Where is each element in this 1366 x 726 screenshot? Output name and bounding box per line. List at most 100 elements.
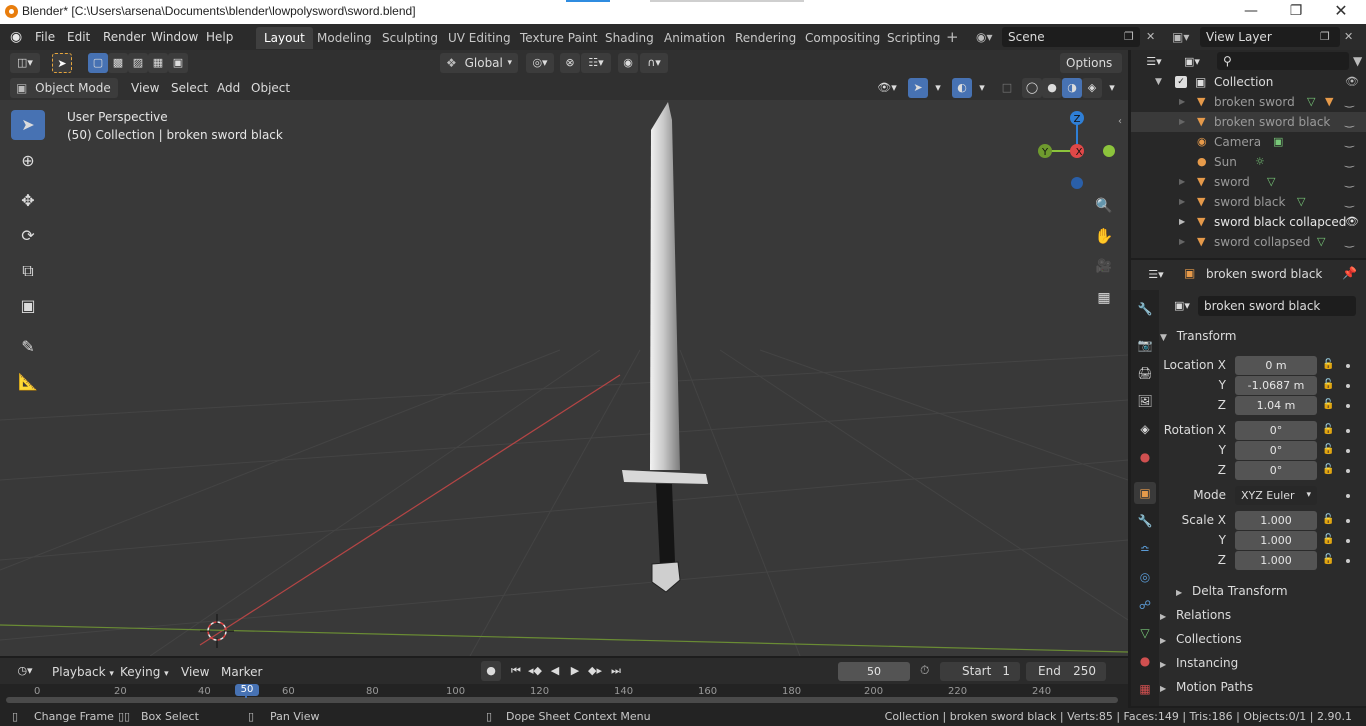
shading-dropdown-icon[interactable]: ▾ <box>1102 78 1122 98</box>
properties-editor-icon[interactable]: ☰▾ <box>1141 265 1171 285</box>
tab-animation[interactable]: Animation <box>656 27 733 49</box>
minimize-icon[interactable]: — <box>1228 0 1274 24</box>
timeline-editor-icon[interactable]: ◷▾ <box>10 661 40 681</box>
mode-extend-icon[interactable]: ▩ <box>108 53 128 73</box>
view-layer-icon[interactable]: ▣▾ <box>1172 28 1189 46</box>
camera-view-icon[interactable]: 🎥 <box>1092 255 1116 279</box>
scene-tab-icon[interactable]: ◈ <box>1134 418 1156 440</box>
rotation-y-field[interactable]: 0° <box>1235 441 1317 460</box>
world-tab-icon[interactable]: ● <box>1134 446 1156 468</box>
gizmo-neg-y-axis[interactable] <box>1103 145 1115 157</box>
hidden-eye-icon[interactable]: ‿ <box>1345 172 1354 192</box>
remove-view-layer-icon[interactable]: ✕ <box>1344 28 1353 46</box>
tab-compositing[interactable]: Compositing <box>797 27 888 49</box>
physics-tab-icon[interactable]: ◎ <box>1134 566 1156 588</box>
expand-arrow-icon[interactable]: ▶ <box>1179 172 1185 192</box>
eye-icon[interactable]: 👁 <box>1345 212 1359 232</box>
hidden-eye-icon[interactable]: ‿ <box>1345 132 1354 152</box>
visibility-icon[interactable]: 👁▾ <box>872 78 902 98</box>
viewport-menu-view[interactable]: View <box>131 79 159 97</box>
next-keyframe-icon[interactable]: ◆▸ <box>585 661 605 681</box>
expand-arrow-icon[interactable]: ▶ <box>1179 112 1185 132</box>
mode-dropdown[interactable]: ▣ Object Mode ▾ <box>10 78 118 113</box>
hidden-eye-icon[interactable]: ‿ <box>1345 152 1354 172</box>
motion-paths-panel-header[interactable]: ▶ Motion Paths <box>1160 676 1360 698</box>
timeline-menu-view[interactable]: View <box>181 663 209 681</box>
prev-keyframe-icon[interactable]: ◂◆ <box>525 661 545 681</box>
tab-rendering[interactable]: Rendering <box>727 27 804 49</box>
play-icon[interactable]: ▶ <box>565 661 585 681</box>
lock-icon[interactable]: 🔓 <box>1322 379 1334 390</box>
viewport-menu-add[interactable]: Add <box>217 79 240 97</box>
tab-scripting[interactable]: Scripting <box>879 27 948 49</box>
rotate-tool-icon[interactable]: ⟳ <box>11 221 45 251</box>
menu-help[interactable]: Help <box>206 28 233 46</box>
start-frame-field[interactable]: Start 1 <box>940 662 1020 681</box>
pan-hand-icon[interactable]: ✋ <box>1092 224 1116 248</box>
ortho-grid-icon[interactable]: ▦ <box>1092 286 1116 310</box>
outliner-search-input[interactable]: ⚲ <box>1217 52 1349 70</box>
scene-selector-icon[interactable]: ◉▾ <box>976 28 993 46</box>
menu-file[interactable]: File <box>35 28 55 46</box>
scale-y-field[interactable]: 1.000 <box>1235 531 1317 550</box>
timeline-scrollbar[interactable] <box>6 697 1118 703</box>
close-icon[interactable]: ✕ <box>1318 0 1364 24</box>
relations-panel-header[interactable]: ▶ Relations <box>1160 604 1360 626</box>
location-y-field[interactable]: -1.0687 m <box>1235 376 1317 395</box>
rotation-mode-dropdown[interactable]: XYZ Euler ▾ <box>1235 486 1317 505</box>
jump-start-icon[interactable]: ⏮ <box>506 661 526 681</box>
keyframe-dot-icon[interactable] <box>1346 384 1350 388</box>
hidden-eye-icon[interactable]: ‿ <box>1345 112 1354 132</box>
move-tool-icon[interactable]: ✥ <box>11 186 45 216</box>
end-frame-field[interactable]: End 250 <box>1026 662 1106 681</box>
lock-icon[interactable]: 🔓 <box>1322 399 1334 410</box>
remove-scene-icon[interactable]: ✕ <box>1146 28 1155 46</box>
solid-shading-icon[interactable]: ● <box>1042 78 1062 98</box>
mode-intersect-icon[interactable]: ▣ <box>168 53 188 73</box>
sword-model[interactable] <box>622 102 708 593</box>
instancing-panel-header[interactable]: ▶ Instancing <box>1160 652 1360 674</box>
outliner-editor-icon[interactable]: ☰▾ <box>1139 52 1169 72</box>
data-tab-icon[interactable]: ▽ <box>1134 622 1156 644</box>
transform-panel-header[interactable]: ▼ Transform <box>1160 325 1360 347</box>
mode-difference-icon[interactable]: ▦ <box>148 53 168 73</box>
outliner-item-sword-black[interactable]: ▶ ▼ sword black ▽ ‿ <box>1131 192 1366 212</box>
keyframe-dot-icon[interactable] <box>1346 449 1350 453</box>
current-frame-field[interactable]: 50 <box>838 662 910 681</box>
tab-shading[interactable]: Shading <box>597 27 662 49</box>
delta-transform-header[interactable]: ▶ Delta Transform <box>1176 580 1366 602</box>
view-layer-field[interactable]: View Layer <box>1200 27 1340 47</box>
location-x-field[interactable]: 0 m <box>1235 356 1317 375</box>
tab-layout[interactable]: Layout <box>256 27 313 49</box>
new-view-layer-icon[interactable]: ❐ <box>1320 28 1330 46</box>
keyframe-dot-icon[interactable] <box>1346 469 1350 473</box>
gizmo-toggle-icon[interactable]: ➤ <box>908 78 928 98</box>
keyframe-dot-icon[interactable] <box>1346 559 1350 563</box>
outliner-item-broken-sword[interactable]: ▶ ▼ broken sword ▽ ▼ ‿ <box>1131 92 1366 112</box>
output-tab-icon[interactable]: 🖨 <box>1134 362 1156 384</box>
editor-type-icon[interactable]: ◫▾ <box>10 53 40 73</box>
add-workspace-icon[interactable]: + <box>946 28 959 46</box>
annotate-tool-icon[interactable]: ✎ <box>11 332 45 362</box>
hidden-eye-icon[interactable]: ‿ <box>1345 232 1354 252</box>
expand-arrow-icon[interactable]: ▶ <box>1179 212 1185 232</box>
eye-icon[interactable]: 👁 <box>1345 72 1359 92</box>
outliner-item-sword-collapsed[interactable]: ▶ ▼ sword collapsed ▽ ‿ <box>1131 232 1366 252</box>
xray-icon[interactable]: □ <box>997 78 1017 98</box>
measure-tool-icon[interactable]: 📐 <box>11 367 45 397</box>
proportional-edit-icon[interactable]: ◉ <box>618 53 638 73</box>
scale-z-field[interactable]: 1.000 <box>1235 551 1317 570</box>
select-tool-icon[interactable]: ➤ <box>11 110 45 140</box>
new-scene-icon[interactable]: ❐ <box>1124 28 1134 46</box>
zoom-icon[interactable]: 🔍 <box>1092 194 1116 218</box>
snap-toggle-icon[interactable]: ⊗ <box>560 53 580 73</box>
mode-new-icon[interactable]: ▢ <box>88 53 108 73</box>
display-mode-icon[interactable]: ▣▾ <box>1177 52 1207 72</box>
keyframe-dot-icon[interactable] <box>1346 404 1350 408</box>
gizmo-neg-z-axis[interactable] <box>1071 177 1083 189</box>
rendered-shading-icon[interactable]: ◈ <box>1082 78 1102 98</box>
constraints-tab-icon[interactable]: ☍ <box>1134 594 1156 616</box>
select-box-icon[interactable]: ➤ <box>52 53 72 73</box>
record-icon[interactable]: ● <box>481 661 501 681</box>
keyframe-dot-icon[interactable] <box>1346 519 1350 523</box>
